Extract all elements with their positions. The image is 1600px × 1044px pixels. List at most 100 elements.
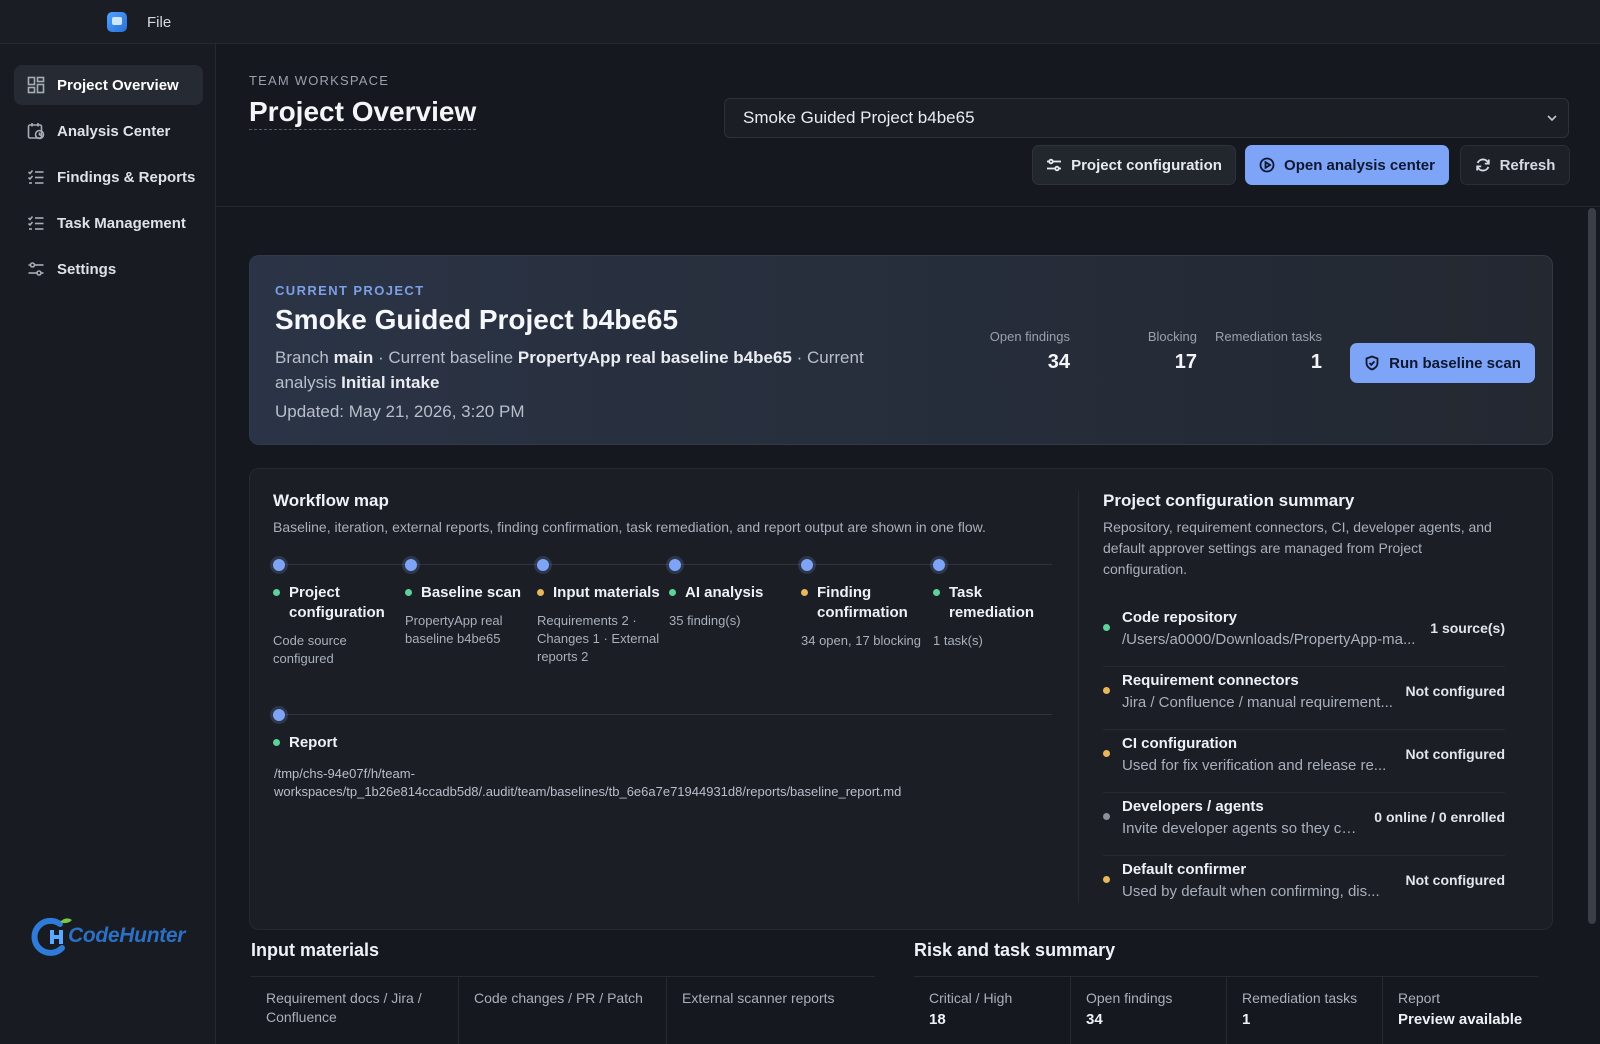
workflow-description: Baseline, iteration, external reports, f… [273, 519, 986, 535]
sidebar-item-analysis-center[interactable]: Analysis Center [14, 111, 203, 151]
config-row-default-confirmer[interactable]: Default confirmer Used by default when c… [1103, 856, 1505, 919]
stat-blocking: Blocking 17 [1148, 329, 1197, 374]
workflow-node [405, 559, 417, 571]
input-materials-title: Input materials [251, 940, 380, 960]
play-circle-icon [1259, 157, 1275, 173]
main-content: TEAM WORKSPACE Project Overview Smoke Gu… [216, 44, 1600, 1044]
status-dot [1103, 687, 1110, 694]
config-row-desc: Invite developer agents so they ca... [1122, 820, 1362, 837]
status-dot [669, 589, 676, 596]
workflow-step-task-remediation[interactable]: Task remediation 1 task(s) [933, 583, 1063, 650]
sidebar-item-task-management[interactable]: Task Management [14, 203, 203, 243]
codehunter-logo-mark-icon [31, 917, 72, 956]
button-label: Run baseline scan [1389, 354, 1521, 372]
step-subtitle: 35 finding(s) [669, 613, 741, 628]
refresh-button[interactable]: Refresh [1460, 145, 1570, 185]
workflow-node [273, 559, 285, 571]
workflow-step-baseline-scan[interactable]: Baseline scan PropertyApp real baseline … [405, 583, 535, 648]
workflow-node [801, 559, 813, 571]
step-subtitle: PropertyApp real baseline b4be65 [405, 613, 503, 646]
risk-summary-cell: Remediation tasks 1 [1227, 977, 1383, 1044]
config-row-status: 1 source(s) [1430, 620, 1505, 636]
workflow-node [273, 709, 285, 721]
button-label: Refresh [1499, 156, 1556, 174]
step-subtitle: Code source configured [273, 633, 347, 666]
config-row-name: Requirement connectors [1122, 672, 1299, 689]
workflow-step-ai-analysis[interactable]: AI analysis 35 finding(s) [669, 583, 799, 630]
input-materials-table: Requirement docs / Jira / Confluence Cod… [251, 976, 875, 1044]
button-label: Project configuration [1071, 156, 1222, 174]
config-row-status: Not configured [1405, 683, 1505, 699]
meta-branch: main [333, 348, 374, 367]
checklist-icon [27, 215, 44, 230]
sidebar-item-findings-reports[interactable]: Findings & Reports [14, 157, 203, 197]
risk-summary-value: Preview available [1398, 1011, 1523, 1028]
sidebar: Project Overview Analysis Center Finding… [0, 44, 216, 1044]
menu-file[interactable]: File [147, 14, 171, 31]
config-row-code-repository[interactable]: Code repository /Users/a0000/Downloads/P… [1103, 604, 1505, 667]
stat-label: Blocking [1147, 329, 1197, 344]
config-row-requirement-connectors[interactable]: Requirement connectors Jira / Confluence… [1103, 667, 1505, 730]
project-configuration-button[interactable]: Project configuration [1032, 145, 1236, 185]
logo-text: CodeHunter [68, 924, 186, 947]
header-divider [216, 206, 1600, 207]
config-row-name: Code repository [1122, 609, 1238, 626]
config-summary-description: Repository, requirement connectors, CI, … [1103, 519, 1492, 577]
hero-updated: Updated: May 21, 2026, 3:20 PM [275, 402, 525, 421]
open-analysis-center-button[interactable]: Open analysis center [1245, 145, 1449, 185]
config-row-name: Developers / agents [1122, 798, 1264, 815]
config-row-status: Not configured [1405, 872, 1505, 888]
app-icon [107, 12, 127, 32]
workflow-node [537, 559, 549, 571]
hero-meta: Branch main · Current baseline PropertyA… [275, 345, 925, 395]
scrollbar[interactable] [1588, 208, 1596, 924]
risk-summary-value: 1 [1242, 1011, 1251, 1028]
stat-open-findings: Open findings 34 [990, 329, 1070, 374]
step-title: Baseline scan [421, 584, 522, 601]
calendar-clock-icon [27, 123, 45, 140]
workflow-step-finding-confirmation[interactable]: Finding confirmation 34 open, 17 blockin… [801, 583, 931, 650]
config-row-status: Not configured [1405, 746, 1505, 762]
project-select[interactable]: Smoke Guided Project b4be65 [724, 98, 1569, 138]
risk-summary-cell: Critical / High 18 [914, 977, 1071, 1044]
input-materials-column: Code changes / PR / Patch [459, 977, 667, 1044]
status-dot [273, 739, 280, 746]
sidebar-item-project-overview[interactable]: Project Overview [14, 65, 203, 105]
sidebar-item-label: Task Management [57, 214, 186, 232]
menubar: File [0, 0, 1600, 44]
risk-summary-label: Remediation tasks [1242, 990, 1358, 1006]
workflow-step-input-materials[interactable]: Input materials Requirements 2 · Changes… [537, 583, 667, 666]
workflow-step-project-configuration[interactable]: Project configuration Code source config… [273, 583, 403, 668]
sidebar-item-settings[interactable]: Settings [14, 249, 203, 289]
config-row-developers-agents[interactable]: Developers / agents Invite developer age… [1103, 793, 1505, 856]
risk-summary-title: Risk and task summary [914, 940, 1116, 960]
dashboard-icon [27, 76, 45, 94]
config-row-desc: /Users/a0000/Downloads/PropertyApp-ma... [1122, 631, 1416, 648]
report-path: /tmp/chs-94e07f/h/team-workspaces/tp_1b2… [274, 766, 902, 799]
step-subtitle: 34 open, 17 blocking [801, 633, 921, 648]
step-subtitle: Requirements 2 · Changes 1 · External re… [537, 613, 660, 664]
risk-summary-cell: Open findings 34 [1071, 977, 1227, 1044]
run-baseline-scan-button[interactable]: Run baseline scan [1350, 343, 1535, 383]
stat-remediation-tasks: Remediation tasks 1 [1215, 329, 1322, 374]
workflow-config-panel: Workflow map Baseline, iteration, extern… [249, 468, 1553, 930]
risk-summary-value: 34 [1086, 1011, 1103, 1028]
stat-label: Open findings [989, 329, 1070, 344]
workflow-step-report[interactable]: Report [273, 733, 573, 753]
step-title: Input materials [553, 584, 660, 601]
stat-label: Remediation tasks [1215, 329, 1322, 344]
stat-value: 1 [1310, 351, 1322, 373]
status-dot [1103, 624, 1110, 631]
status-dot [1103, 813, 1110, 820]
step-title: Finding confirmation [817, 584, 908, 621]
config-row-ci-configuration[interactable]: CI configuration Used for fix verificati… [1103, 730, 1505, 793]
workflow-node [933, 559, 945, 571]
meta-analysis: Initial intake [341, 373, 440, 392]
input-materials-column: Requirement docs / Jira / Confluence [251, 977, 459, 1044]
page-title: Project Overview [249, 96, 477, 130]
project-select-value: Smoke Guided Project b4be65 [743, 108, 975, 127]
sidebar-item-label: Findings & Reports [57, 168, 196, 186]
meta-branch-prefix: Branch [275, 348, 329, 367]
status-dot [537, 589, 544, 596]
meta-baseline-prefix: · Current baseline [373, 348, 514, 367]
